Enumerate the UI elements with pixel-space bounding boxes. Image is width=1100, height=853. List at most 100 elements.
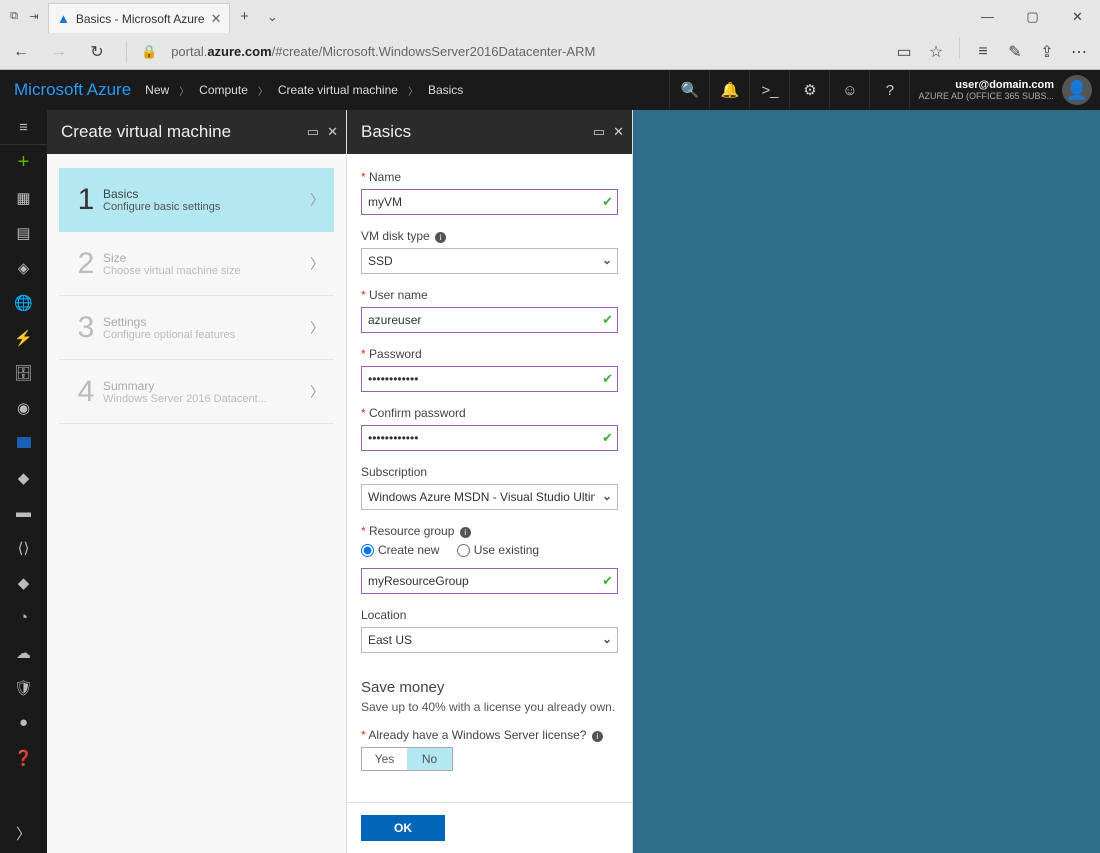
valid-icon: ✔ <box>602 430 613 446</box>
crumb[interactable]: New <box>145 83 169 97</box>
maximize-button[interactable]: ▢ <box>1010 3 1055 31</box>
disk-type-label: VM disk type i <box>361 229 618 243</box>
step-basics[interactable]: 1 BasicsConfigure basic settings 〉 <box>59 168 334 232</box>
nav-resource-groups-icon[interactable]: ◈ <box>0 250 47 285</box>
confirm-password-input[interactable] <box>361 425 618 451</box>
share-icon[interactable]: ⇪ <box>1032 37 1062 67</box>
info-icon[interactable]: i <box>460 527 471 538</box>
info-icon[interactable]: i <box>592 731 603 742</box>
close-blade-icon[interactable]: ✕ <box>327 124 338 140</box>
rg-use-existing-radio[interactable]: Use existing <box>457 543 539 557</box>
nav-sql-icon[interactable]: 🗄 <box>0 355 47 390</box>
location-select[interactable]: East US <box>361 627 618 653</box>
step-size[interactable]: 2 SizeChoose virtual machine size 〉 <box>59 232 334 296</box>
crumb[interactable]: Compute <box>199 83 248 97</box>
subscription-label: Subscription <box>361 465 618 479</box>
nav-cost-icon[interactable]: ● <box>0 705 47 740</box>
expand-nav-button[interactable]: 〉 <box>0 813 47 853</box>
address-bar[interactable]: 🔒 portal.azure.com/#create/Microsoft.Win… <box>141 44 881 60</box>
basics-blade: Basics ▭ ✕ Name ✔ VM disk type i SSD⌄ Us… <box>347 110 633 853</box>
crumb[interactable]: Basics <box>428 83 463 97</box>
info-icon[interactable]: i <box>435 232 446 243</box>
nav-dashboard-icon[interactable]: ▦ <box>0 180 47 215</box>
nav-storage-icon[interactable]: ▬ <box>0 495 47 530</box>
new-resource-button[interactable]: + <box>0 145 47 180</box>
notifications-icon[interactable]: 🔔 <box>709 70 749 110</box>
hamburger-icon[interactable]: ≡ <box>0 110 47 145</box>
separator <box>959 37 960 59</box>
valid-icon: ✔ <box>602 194 613 210</box>
close-blade-icon[interactable]: ✕ <box>613 124 624 140</box>
cloud-shell-icon[interactable]: >_ <box>749 70 789 110</box>
avatar-icon: 👤 <box>1062 75 1092 105</box>
chevron-right-icon: 〉 <box>310 382 324 402</box>
step-summary[interactable]: 4 SummaryWindows Server 2016 Datacent...… <box>59 360 334 424</box>
license-no-button[interactable]: No <box>407 748 452 770</box>
tab-chevron-icon[interactable]: ⌄ <box>258 9 286 25</box>
nav-monitor-icon[interactable]: ◔ <box>0 600 47 635</box>
maximize-blade-icon[interactable]: ▭ <box>307 124 319 140</box>
chevron-right-icon: 〉 <box>310 318 324 338</box>
tab-actions-icon[interactable]: ⧉ <box>6 9 22 25</box>
resource-group-label: Resource group i <box>361 524 618 538</box>
forward-button[interactable]: → <box>44 37 74 67</box>
username-label: User name <box>361 288 618 302</box>
close-window-button[interactable]: ✕ <box>1055 3 1100 31</box>
favorite-icon[interactable]: ☆ <box>921 37 951 67</box>
new-tab-button[interactable]: + <box>230 8 258 25</box>
crumb[interactable]: Create virtual machine <box>278 83 398 97</box>
valid-icon: ✔ <box>602 312 613 328</box>
password-input[interactable] <box>361 366 618 392</box>
nav-cosmos-icon[interactable]: ◉ <box>0 390 47 425</box>
valid-icon: ✔ <box>602 573 613 589</box>
help-icon[interactable]: ? <box>869 70 909 110</box>
maximize-blade-icon[interactable]: ▭ <box>593 124 605 140</box>
ok-button[interactable]: OK <box>361 815 445 841</box>
disk-type-select[interactable]: SSD <box>361 248 618 274</box>
nav-functions-icon[interactable]: ⚡ <box>0 320 47 355</box>
password-label: Password <box>361 347 618 361</box>
refresh-button[interactable]: ↻ <box>82 37 112 67</box>
back-button[interactable]: ← <box>6 37 36 67</box>
username-input[interactable] <box>361 307 618 333</box>
close-tab-icon[interactable]: ✕ <box>211 11 222 27</box>
license-question-label: Already have a Windows Server license? i <box>361 728 618 742</box>
url-path: /#create/Microsoft.WindowsServer2016Data… <box>272 44 596 59</box>
valid-icon: ✔ <box>602 371 613 387</box>
feedback-icon[interactable]: ☺ <box>829 70 869 110</box>
url-pre: portal. <box>171 44 207 59</box>
notes-icon[interactable]: ✎ <box>1000 37 1030 67</box>
hub-icon[interactable]: ≡ <box>968 37 998 67</box>
rg-create-new-radio[interactable]: Create new <box>361 543 439 557</box>
tab-preview-icon[interactable]: ⇥ <box>26 9 42 25</box>
url-host: azure.com <box>207 44 271 59</box>
nav-load-balancer-icon[interactable]: ◆ <box>0 460 47 495</box>
minimize-button[interactable]: — <box>965 3 1010 31</box>
chevron-right-icon: 〉 <box>310 254 324 274</box>
user-menu[interactable]: user@domain.com AZURE AD (OFFICE 365 SUB… <box>909 70 1100 110</box>
more-icon[interactable]: ⋯ <box>1064 37 1094 67</box>
nav-advisor-icon[interactable]: ☁ <box>0 635 47 670</box>
search-icon[interactable]: 🔍 <box>669 70 709 110</box>
nav-aad-icon[interactable]: ◆ <box>0 565 47 600</box>
resource-group-input[interactable] <box>361 568 618 594</box>
nav-all-resources-icon[interactable]: ▤ <box>0 215 47 250</box>
azure-header: Microsoft Azure New〉 Compute〉 Create vir… <box>0 70 1100 110</box>
side-nav: ≡ + ▦ ▤ ◈ 🌐 ⚡ 🗄 ◉ ◆ ▬ ⟨⟩ ◆ ◔ ☁ 🛡 ● ❓ 〉 <box>0 110 47 853</box>
azure-icon: ▲ <box>57 11 70 26</box>
nav-vm-icon[interactable] <box>0 425 47 460</box>
nav-vnet-icon[interactable]: ⟨⟩ <box>0 530 47 565</box>
azure-logo[interactable]: Microsoft Azure <box>14 80 131 100</box>
license-yes-button[interactable]: Yes <box>362 748 407 770</box>
nav-help-icon[interactable]: ❓ <box>0 740 47 775</box>
step-settings[interactable]: 3 SettingsConfigure optional features 〉 <box>59 296 334 360</box>
name-input[interactable] <box>361 189 618 215</box>
subscription-select[interactable]: Windows Azure MSDN - Visual Studio Ultim <box>361 484 618 510</box>
separator <box>126 41 127 63</box>
nav-security-icon[interactable]: 🛡 <box>0 670 47 705</box>
nav-app-services-icon[interactable]: 🌐 <box>0 285 47 320</box>
gear-icon[interactable]: ⚙ <box>789 70 829 110</box>
blade-header: Basics ▭ ✕ <box>347 110 632 154</box>
browser-tab[interactable]: ▲ Basics - Microsoft Azure ✕ <box>48 3 230 33</box>
reading-view-icon[interactable]: ▭ <box>889 37 919 67</box>
